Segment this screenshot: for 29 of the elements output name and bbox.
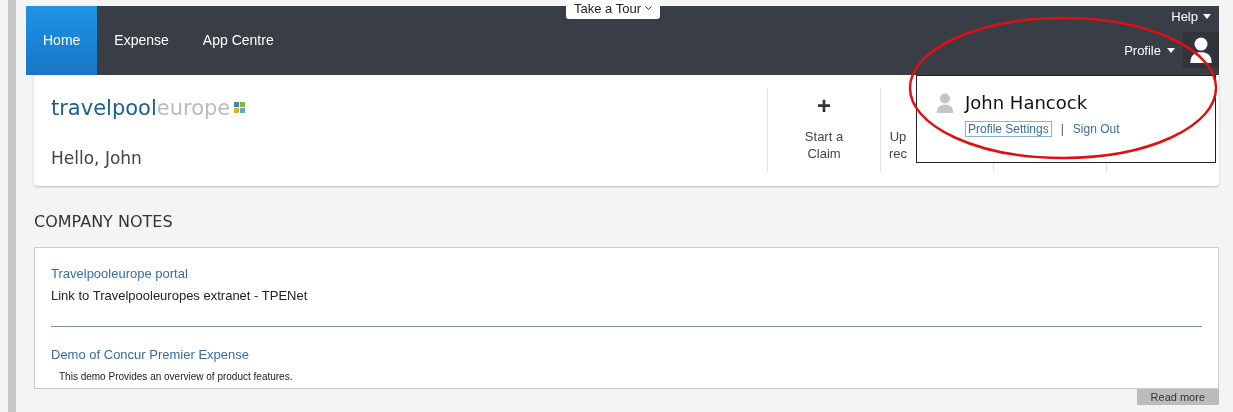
sign-out-link[interactable]: Sign Out [1072,122,1120,136]
greeting: Hello, John [51,148,143,168]
help-menu[interactable]: Help [1163,6,1219,24]
user-name: John Hancock [965,92,1088,113]
person-icon [1188,37,1214,63]
action-tile[interactable]: + Start a Claim [767,88,880,172]
caret-icon [1167,47,1175,53]
separator: | [1060,122,1064,136]
tile-label[interactable]: Up rec [881,128,908,162]
caret-icon [1203,14,1211,19]
note-text: Link to Travelpooleuropes extranet - TPENet [51,288,309,303]
tile-label[interactable]: Start a Claim [804,128,844,162]
take-a-tour-button[interactable]: Take a Tour [566,0,660,19]
section-title: COMPANY NOTES [34,212,174,231]
profile-settings-link[interactable]: Profile Settings [965,121,1052,137]
nav-tab[interactable]: App Centre [185,6,291,75]
chevron-icon [644,6,652,11]
avatar-button[interactable] [1183,32,1219,68]
profile-menu[interactable]: Profile [1124,42,1175,58]
note-text: This demo Provides an overview of product features. [58,371,294,382]
note-link[interactable]: Travelpooleurope portal [51,266,188,281]
nav-tab[interactable]: Expense [97,6,186,75]
person-icon [935,92,955,113]
nav-tab[interactable]: Home [26,6,98,75]
logo-mark-icon [234,102,247,114]
read-more-button[interactable]: Read more [1136,389,1219,405]
logo: travelpooleurope [51,96,750,120]
plus-icon[interactable]: + [817,92,831,120]
note-link[interactable]: Demo of Concur Premier Expense [51,347,249,362]
